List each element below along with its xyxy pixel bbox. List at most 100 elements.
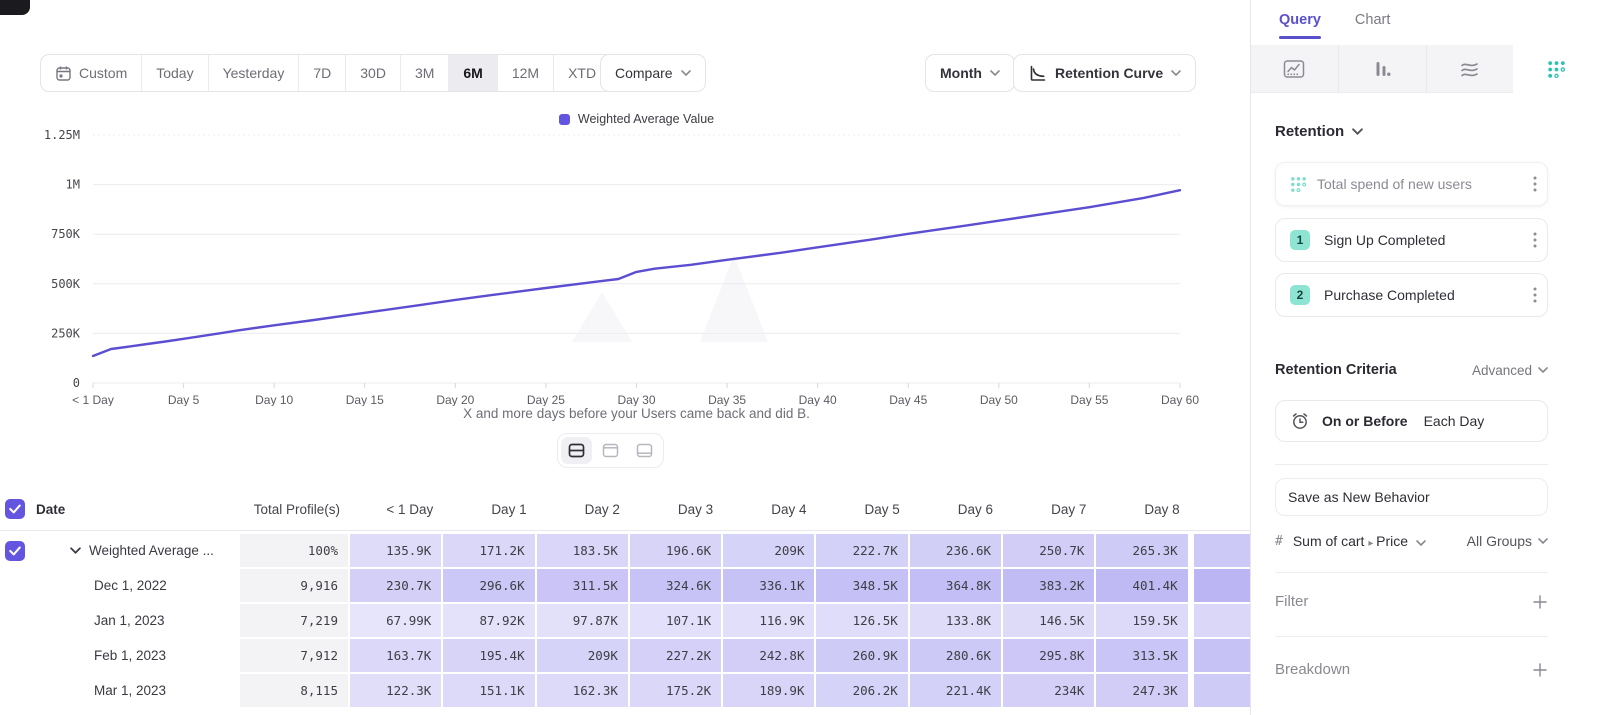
retention-value-cell[interactable]: 296.6K — [443, 569, 536, 602]
retention-value-cell[interactable]: 133.8K — [910, 604, 1003, 637]
retention-value-cell[interactable]: 97.87K — [537, 604, 630, 637]
header-date[interactable]: Date — [36, 488, 240, 530]
compare-button[interactable]: Compare — [600, 54, 706, 92]
kebab-menu-icon[interactable] — [1533, 232, 1537, 248]
retention-section-header[interactable]: Retention — [1275, 123, 1548, 140]
header-day-col[interactable]: Day 5 — [816, 488, 909, 530]
view-bottom-pane-button[interactable] — [629, 437, 660, 464]
retention-value-cell[interactable]: 159.5K — [1096, 604, 1189, 637]
expand-caret-icon[interactable] — [70, 547, 81, 554]
range-today[interactable]: Today — [142, 55, 208, 91]
tab-insights[interactable] — [1251, 45, 1339, 93]
tab-flows[interactable] — [1427, 45, 1514, 93]
retention-value-cell[interactable]: 247.3K — [1096, 674, 1189, 707]
retention-series-line[interactable] — [93, 190, 1180, 356]
retention-value-cell[interactable]: 209K — [537, 639, 630, 672]
header-day-col[interactable]: Day 2 — [537, 488, 630, 530]
retention-value-cell[interactable]: 324.6K — [630, 569, 723, 602]
add-breakdown-icon[interactable] — [1532, 662, 1548, 678]
retention-value-cell[interactable]: 126.5K — [816, 604, 909, 637]
view-split-middle-button[interactable] — [561, 437, 592, 464]
table-row[interactable]: Weighted Average ...100%135.9K171.2K183.… — [0, 534, 1250, 567]
retention-value-cell[interactable]: 260.9K — [816, 639, 909, 672]
retention-value-cell[interactable]: 196.6K — [630, 534, 723, 567]
retention-value-cell[interactable]: 295.8K — [1003, 639, 1096, 672]
retention-value-cell[interactable]: 227.2K — [630, 639, 723, 672]
range-yesterday[interactable]: Yesterday — [209, 55, 300, 91]
retention-value-cell[interactable]: 222.7K — [816, 534, 909, 567]
retention-value-cell[interactable]: 206.2K — [816, 674, 909, 707]
retention-value-cell[interactable]: 234K — [1003, 674, 1096, 707]
range-30d[interactable]: 30D — [346, 55, 401, 91]
retention-value-cell[interactable]: 189.9K — [723, 674, 816, 707]
retention-value-cell[interactable]: 151.1K — [443, 674, 536, 707]
retention-value-cell[interactable]: 348.5K — [816, 569, 909, 602]
header-day-col[interactable]: Day 1 — [443, 488, 536, 530]
retention-value-cell[interactable]: 67.99K — [350, 604, 443, 637]
retention-value-cell[interactable]: 265.3K — [1096, 534, 1189, 567]
retention-value-cell[interactable]: 311.5K — [537, 569, 630, 602]
retention-value-cell[interactable]: 107.1K — [630, 604, 723, 637]
table-row[interactable]: Mar 1, 20238,115122.3K151.1K162.3K175.2K… — [0, 674, 1250, 707]
view-top-pane-button[interactable] — [595, 437, 626, 464]
header-day-col[interactable]: Day 7 — [1003, 488, 1096, 530]
tab-chart[interactable]: Chart — [1355, 12, 1390, 45]
range-3m[interactable]: 3M — [401, 55, 449, 91]
retention-value-cell[interactable]: 242.8K — [723, 639, 816, 672]
retention-value-cell[interactable]: 313.5K — [1096, 639, 1189, 672]
header-day-col[interactable]: Day 4 — [723, 488, 816, 530]
retention-value-cell[interactable]: 221.4K — [910, 674, 1003, 707]
retention-value-cell[interactable]: 87.92K — [443, 604, 536, 637]
range-12m[interactable]: 12M — [498, 55, 554, 91]
retention-value-cell[interactable]: 146.5K — [1003, 604, 1096, 637]
step-1-card[interactable]: 1 Sign Up Completed — [1275, 218, 1548, 262]
tab-retention[interactable] — [1513, 45, 1600, 93]
retention-value-cell[interactable]: 116.9K — [723, 604, 816, 637]
chart-type-button[interactable]: Retention Curve — [1013, 54, 1196, 92]
retention-value-cell[interactable]: 401.4K — [1096, 569, 1189, 602]
behavior-card[interactable]: Total spend of new users — [1275, 162, 1548, 206]
table-row[interactable]: Dec 1, 20229,916230.7K296.6K311.5K324.6K… — [0, 569, 1250, 602]
retention-value-cell[interactable]: 135.9K — [350, 534, 443, 567]
retention-value-cell[interactable]: 183.5K — [537, 534, 630, 567]
retention-value-cell[interactable]: 162.3K — [537, 674, 630, 707]
tab-query[interactable]: Query — [1279, 12, 1321, 45]
table-row[interactable]: Jan 1, 20237,21967.99K87.92K97.87K107.1K… — [0, 604, 1250, 637]
range-7d[interactable]: 7D — [299, 55, 346, 91]
table-row[interactable]: Feb 1, 20237,912163.7K195.4K209K227.2K24… — [0, 639, 1250, 672]
retention-value-cell[interactable]: 280.6K — [910, 639, 1003, 672]
kebab-menu-icon[interactable] — [1533, 287, 1537, 303]
retention-value-cell[interactable]: 364.8K — [910, 569, 1003, 602]
header-day-col[interactable]: Day 6 — [910, 488, 1003, 530]
retention-value-cell[interactable]: 209K — [723, 534, 816, 567]
retention-value-cell[interactable]: 383.2K — [1003, 569, 1096, 602]
kebab-menu-icon[interactable] — [1533, 176, 1537, 192]
select-all-checkbox[interactable] — [5, 499, 25, 519]
retention-value-cell[interactable]: 195.4K — [443, 639, 536, 672]
retention-value-cell[interactable]: 230.7K — [350, 569, 443, 602]
retention-value-cell[interactable]: 171.2K — [443, 534, 536, 567]
retention-value-cell[interactable]: 163.7K — [350, 639, 443, 672]
header-day-col[interactable]: Day 8 — [1096, 488, 1189, 530]
step-2-card[interactable]: 2 Purchase Completed — [1275, 273, 1548, 317]
granularity-button[interactable]: Month — [925, 54, 1015, 92]
chart-legend[interactable]: Weighted Average Value — [93, 112, 1180, 126]
add-filter-icon[interactable] — [1532, 594, 1548, 610]
measure-property-dropdown[interactable]: Sum of cart ▸ Price — [1293, 533, 1426, 549]
retention-value-cell[interactable]: 336.1K — [723, 569, 816, 602]
criteria-mode-dropdown[interactable]: Advanced — [1472, 363, 1548, 378]
tab-funnels[interactable] — [1339, 45, 1427, 93]
header-day-col[interactable]: < 1 Day — [350, 488, 443, 530]
groups-dropdown[interactable]: All Groups — [1467, 533, 1548, 549]
retention-line-chart[interactable]: 0250K500K750K1M1.25M< 1 DayDay 5Day 10Da… — [0, 128, 1250, 406]
header-day-col[interactable]: Day 3 — [630, 488, 723, 530]
row-checkbox[interactable] — [5, 541, 25, 561]
retention-value-cell[interactable]: 236.6K — [910, 534, 1003, 567]
retention-value-cell[interactable]: 122.3K — [350, 674, 443, 707]
timing-card[interactable]: On or Before Each Day — [1275, 400, 1548, 442]
retention-value-cell[interactable]: 175.2K — [630, 674, 723, 707]
retention-value-cell[interactable]: 250.7K — [1003, 534, 1096, 567]
range-custom[interactable]: Custom — [41, 55, 142, 91]
range-6m[interactable]: 6M — [449, 55, 497, 91]
save-as-new-behavior-button[interactable]: Save as New Behavior — [1275, 478, 1548, 516]
